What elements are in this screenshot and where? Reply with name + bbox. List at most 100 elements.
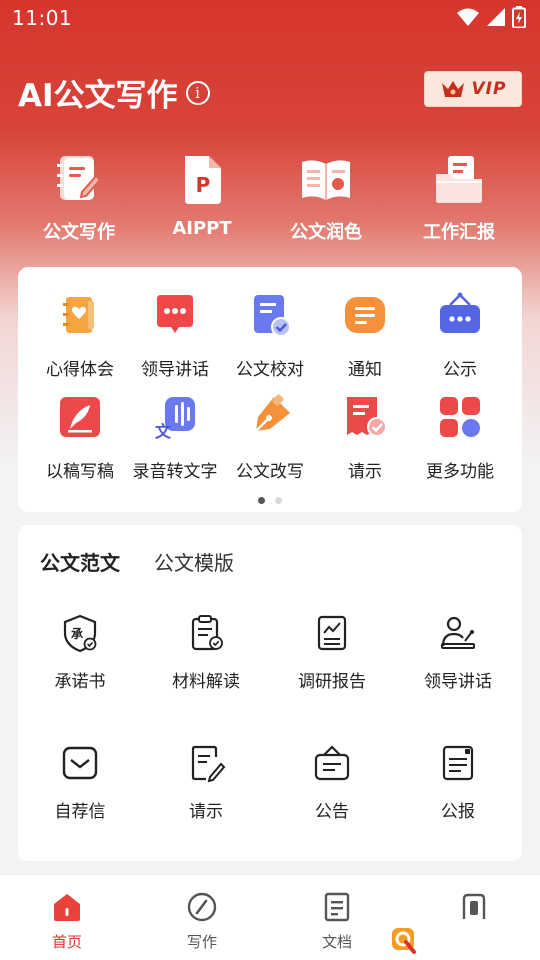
- doc-tabs: 公文范文 公文模版: [40, 547, 234, 576]
- envelope-icon: [62, 746, 98, 780]
- page-indicator: [18, 497, 522, 504]
- speech-bubble-icon: [157, 295, 193, 333]
- tool-draft-based[interactable]: 以稿写稿: [30, 393, 130, 482]
- pen-nib-icon: [255, 394, 290, 432]
- doc-item-research[interactable]: 调研报告: [272, 613, 392, 692]
- tab-templates[interactable]: 公文模版: [154, 547, 234, 576]
- quill-icon: [60, 397, 100, 437]
- nav-home[interactable]: 首页: [17, 891, 117, 952]
- tool-publicity[interactable]: 公示: [410, 291, 510, 380]
- tool-label: 公示: [443, 360, 477, 380]
- voice-to-text-icon: 文: [155, 397, 195, 441]
- tool-leader-speech[interactable]: 领导讲话: [125, 291, 225, 380]
- doc-item-leader-speech[interactable]: 领导讲话: [398, 613, 518, 692]
- doc-edit-icon: [191, 745, 226, 783]
- doc-item-label: 公报: [441, 802, 475, 822]
- tool-label: 录音转文字: [132, 462, 218, 482]
- document-icon: [324, 892, 350, 922]
- status-time: 11:01: [12, 6, 73, 30]
- profile-icon: [462, 893, 486, 919]
- ppt-icon: P: [185, 156, 221, 204]
- nav-documents[interactable]: 文档: [287, 891, 387, 952]
- tool-label: 请示: [348, 462, 382, 482]
- billboard-icon: [440, 292, 480, 333]
- info-icon[interactable]: i: [185, 80, 210, 105]
- tool-experience[interactable]: 心得体会: [30, 291, 130, 380]
- tool-more[interactable]: 更多功能: [410, 393, 510, 482]
- open-book-icon: [302, 160, 350, 200]
- folder-report-icon: [436, 156, 482, 203]
- doc-item-label: 材料解读: [172, 672, 240, 692]
- nav-label: 首页: [51, 933, 82, 951]
- svg-text:P: P: [196, 173, 211, 197]
- tool-label: 心得体会: [46, 360, 114, 380]
- doc-item-material[interactable]: 材料解读: [146, 613, 266, 692]
- podium-speaker-icon: [441, 616, 475, 649]
- doc-item-commitment[interactable]: 承 承诺书: [20, 613, 140, 692]
- page-dot: [275, 497, 282, 504]
- crown-icon: [441, 81, 464, 97]
- doc-item-self-recommendation[interactable]: 自荐信: [20, 743, 140, 822]
- doc-item-label: 领导讲话: [424, 672, 492, 692]
- apps-grid-icon: [440, 397, 480, 437]
- doc-item-label: 调研报告: [298, 672, 366, 692]
- doc-item-bulletin[interactable]: 公报: [398, 743, 518, 822]
- tool-label: 公文校对: [236, 360, 304, 380]
- receipt-check-icon: [347, 397, 387, 437]
- vip-label: VIP: [471, 79, 507, 99]
- status-bar: 11:01: [0, 0, 540, 36]
- nav-profile[interactable]: [422, 891, 522, 931]
- page-title: AI公文写作 i: [18, 70, 210, 115]
- doc-check-icon: [254, 295, 291, 337]
- shield-promise-icon: 承: [63, 614, 97, 653]
- tool-label: 领导讲话: [141, 360, 209, 380]
- feature-label: AIPPT: [172, 218, 232, 239]
- doc-item-label: 公告: [315, 802, 349, 822]
- wifi-icon: [457, 8, 479, 26]
- tool-proofread[interactable]: 公文校对: [220, 291, 320, 380]
- page-title-text: AI公文写作: [18, 78, 178, 114]
- chart-report-icon: [317, 615, 347, 651]
- feature-aippt[interactable]: P AIPPT: [137, 152, 267, 239]
- floating-logo-icon[interactable]: [390, 926, 418, 956]
- home-icon: [54, 894, 80, 921]
- bulletin-icon: [442, 745, 474, 781]
- compass-icon: [187, 892, 217, 922]
- tool-label: 以稿写稿: [46, 462, 114, 482]
- tool-request[interactable]: 请示: [315, 393, 415, 482]
- feature-label: 工作汇报: [423, 222, 495, 243]
- shield-badge-text: 承: [71, 627, 83, 641]
- feature-document-writing[interactable]: 公文写作: [14, 152, 144, 244]
- doc-item-label: 请示: [189, 802, 223, 822]
- vip-button[interactable]: VIP: [424, 71, 522, 107]
- tool-rewrite[interactable]: 公文改写: [220, 393, 320, 482]
- bottom-nav: 首页 写作 文档: [0, 874, 540, 960]
- doc-item-label: 自荐信: [54, 802, 106, 822]
- nav-label: 写作: [186, 933, 217, 951]
- feature-label: 公文润色: [290, 222, 362, 243]
- tool-label: 公文改写: [236, 462, 304, 482]
- document-pen-icon: [57, 156, 102, 200]
- top-features: 公文写作 P AIPPT 公文润色 工作汇报: [0, 152, 540, 247]
- clipboard-check-icon: [191, 615, 223, 651]
- documents-card: 公文范文 公文模版 承 承诺书 材料解读 调研报告 领导讲话 自荐信 请示 公告…: [18, 525, 522, 861]
- announcement-icon: [314, 745, 350, 781]
- tool-label: 更多功能: [426, 462, 494, 482]
- svg-text:文: 文: [155, 422, 172, 441]
- tab-sample-docs[interactable]: 公文范文: [40, 547, 120, 576]
- battery-icon: [512, 6, 526, 28]
- tool-notice[interactable]: 通知: [315, 291, 415, 380]
- signal-icon: [487, 8, 505, 26]
- doc-item-announcement[interactable]: 公告: [272, 743, 392, 822]
- notebook-heart-icon: [63, 297, 94, 333]
- nav-write[interactable]: 写作: [152, 891, 252, 952]
- feature-polish[interactable]: 公文润色: [261, 152, 391, 244]
- nav-label: 文档: [321, 933, 352, 951]
- feature-work-report[interactable]: 工作汇报: [394, 152, 524, 244]
- tools-card: 心得体会 领导讲话 公文校对 通知 公示 以稿写稿 文 录音转文字 公文改写 请…: [18, 267, 522, 512]
- tool-label: 通知: [348, 360, 382, 380]
- doc-item-label: 承诺书: [54, 672, 106, 692]
- doc-item-request[interactable]: 请示: [146, 743, 266, 822]
- tool-voice-to-text[interactable]: 文 录音转文字: [125, 393, 225, 482]
- notice-icon: [345, 297, 385, 333]
